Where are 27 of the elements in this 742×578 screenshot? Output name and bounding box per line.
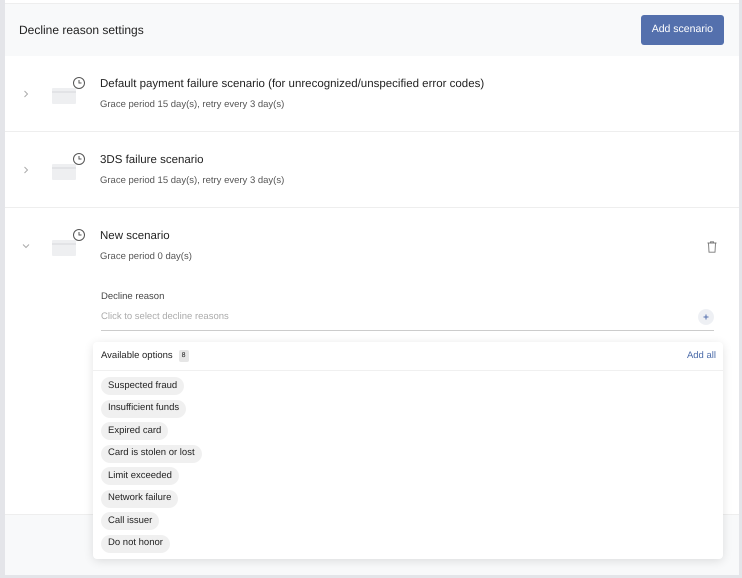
trash-icon[interactable] [707, 241, 717, 253]
card-clock-icon [52, 228, 86, 258]
scenario-subtitle: Grace period 15 day(s), retry every 3 day(s) [100, 174, 286, 188]
scenario-title: Default payment failure scenario (for unrecognized/unspecified error codes) [100, 77, 486, 92]
option-chip[interactable]: Card is stolen or lost [101, 444, 202, 462]
option-chip[interactable]: Expired card [101, 422, 168, 440]
option-chip[interactable]: Insufficient funds [101, 400, 186, 418]
option-chip[interactable]: Call issuer [101, 512, 160, 530]
add-scenario-button[interactable]: Add scenario [640, 15, 724, 45]
chevron-icon[interactable] [22, 90, 30, 98]
chevron-icon[interactable] [22, 242, 30, 250]
scenario-title: New scenario [100, 229, 171, 244]
dropdown-title: Available options [101, 348, 173, 363]
scenario-subtitle: Grace period 15 day(s), retry every 3 day(s) [100, 98, 286, 112]
chevron-icon[interactable] [22, 166, 30, 174]
card-clock-icon [52, 152, 86, 182]
field-label: Decline reason [101, 290, 166, 304]
option-chip[interactable]: Network failure [101, 490, 178, 508]
section-title: Decline reason settings [19, 22, 144, 39]
scenario-subtitle: Grace period 0 day(s) [100, 250, 193, 264]
scenario-title: 3DS failure scenario [100, 153, 205, 168]
option-chip[interactable]: Do not honor [101, 534, 170, 552]
card-clock-icon [52, 76, 86, 106]
option-chip[interactable]: Limit exceeded [101, 467, 179, 485]
option-chip[interactable]: Suspected fraud [101, 377, 184, 395]
plus-icon[interactable] [698, 309, 714, 325]
add-all-link[interactable]: Add all [686, 348, 716, 364]
